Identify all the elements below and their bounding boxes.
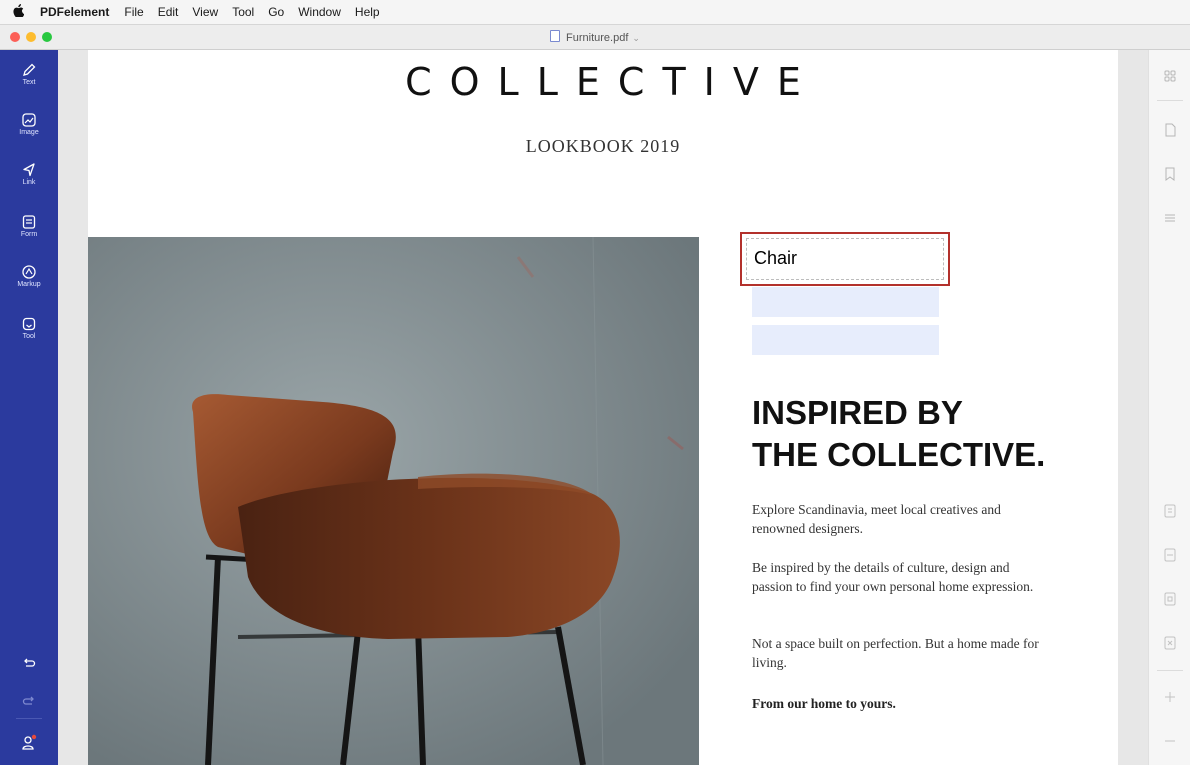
paragraph-2[interactable]: Be inspired by the details of culture, d… [752, 558, 1052, 596]
page-subtitle[interactable]: LOOKBOOK 2019 [88, 136, 1118, 157]
chair-photo[interactable] [88, 237, 699, 765]
redo-icon [22, 696, 34, 705]
account-button[interactable] [0, 734, 58, 757]
document-title[interactable]: Furniture.pdf ⌄ [0, 30, 1190, 44]
right-panel [1148, 50, 1190, 765]
zoom-in-icon[interactable] [1162, 689, 1178, 705]
field-icon-4[interactable] [1162, 635, 1178, 651]
menu-view[interactable]: View [185, 5, 225, 19]
menu-go[interactable]: Go [261, 5, 291, 19]
zoom-out-icon[interactable] [1162, 733, 1178, 749]
document-canvas[interactable]: COLLECTIVE LOOKBOOK 2019 Chair INSPIRED … [58, 50, 1148, 765]
text-form-field-value: Chair [754, 248, 798, 268]
paragraph-3[interactable]: Not a space built on perfection. But a h… [752, 634, 1052, 672]
right-panel-divider-2 [1157, 670, 1183, 671]
paragraph-1[interactable]: Explore Scandinavia, meet local creative… [752, 500, 1052, 538]
headline[interactable]: INSPIRED BY THE COLLECTIVE. [752, 392, 1072, 476]
headline-line-1: INSPIRED BY [752, 394, 963, 431]
list-icon[interactable] [1162, 210, 1178, 226]
tool-link-label: Link [22, 179, 36, 186]
pdf-page[interactable]: COLLECTIVE LOOKBOOK 2019 Chair INSPIRED … [88, 50, 1118, 765]
undo-icon [24, 658, 36, 667]
document-title-text: Furniture.pdf [566, 32, 629, 44]
menu-help[interactable]: Help [348, 5, 387, 19]
tool-tool-label: Tool [22, 333, 36, 340]
grid-icon[interactable] [1162, 68, 1178, 84]
menu-bar: PDFelement File Edit View Tool Go Window… [0, 0, 1190, 25]
tool-icon [22, 317, 36, 331]
paragraph-4[interactable]: From our home to yours. [752, 694, 1052, 713]
redo-button[interactable] [0, 694, 58, 713]
text-form-field-2[interactable] [752, 287, 939, 317]
text-form-field-selected[interactable]: Chair [740, 232, 950, 286]
menu-tool[interactable]: Tool [225, 5, 261, 19]
app-name-menu[interactable]: PDFelement [36, 5, 117, 19]
page-icon[interactable] [1162, 122, 1178, 138]
tool-text-button[interactable]: Text [0, 62, 58, 86]
pdf-file-icon [550, 30, 561, 42]
image-icon [22, 113, 36, 127]
tool-text-label: Text [22, 79, 36, 86]
tool-form-label: Form [20, 231, 38, 238]
tool-image-label: Image [19, 129, 39, 136]
chevron-down-icon: ⌄ [632, 33, 640, 43]
menu-file[interactable]: File [117, 5, 150, 19]
left-toolbar: Text Image Link Form Markup Tool [0, 50, 58, 765]
text-form-field-3[interactable] [752, 325, 939, 355]
field-icon-2[interactable] [1162, 547, 1178, 563]
menu-edit[interactable]: Edit [151, 5, 186, 19]
chair-illustration [88, 237, 699, 765]
tool-link-button[interactable]: Link [0, 162, 58, 186]
field-icon-1[interactable] [1162, 503, 1178, 519]
toolbar-divider [16, 718, 42, 719]
tool-markup-label: Markup [17, 281, 41, 288]
undo-button[interactable] [0, 656, 58, 675]
field-icon-3[interactable] [1162, 591, 1178, 607]
tool-image-button[interactable]: Image [0, 112, 58, 136]
page-title[interactable]: COLLECTIVE [88, 60, 1118, 104]
bookmark-icon[interactable] [1162, 166, 1178, 182]
tool-form-button[interactable]: Form [0, 214, 58, 238]
menu-window[interactable]: Window [291, 5, 348, 19]
tool-tool-button[interactable]: Tool [0, 316, 58, 340]
tool-markup-button[interactable]: Markup [0, 264, 58, 288]
account-icon [22, 734, 37, 750]
form-icon [22, 215, 36, 229]
apple-icon[interactable] [0, 4, 36, 20]
headline-line-2: THE COLLECTIVE. [752, 436, 1046, 473]
window-title-bar: Furniture.pdf ⌄ [0, 25, 1190, 50]
right-panel-divider [1157, 100, 1183, 101]
pen-icon [23, 63, 36, 76]
markup-icon [22, 265, 36, 279]
link-icon [23, 163, 35, 177]
